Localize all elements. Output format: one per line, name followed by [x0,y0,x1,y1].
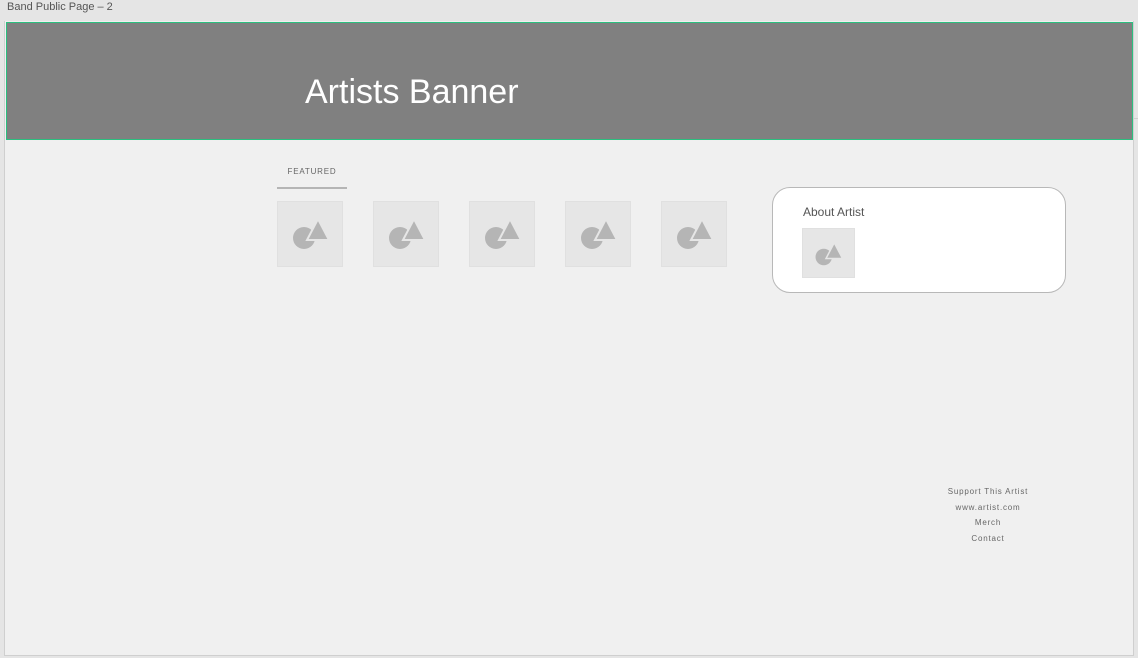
image-placeholder-icon [389,216,427,249]
featured-item[interactable] [661,201,727,267]
contact-link[interactable]: Contact [908,531,1068,547]
artists-banner[interactable]: Artists Banner [6,22,1133,140]
about-artist-image[interactable] [802,228,855,278]
support-artist-link[interactable]: Support This Artist [908,484,1068,500]
website-link[interactable]: www.artist.com [908,500,1068,516]
featured-item[interactable] [373,201,439,267]
about-artist-title: About Artist [803,205,865,219]
image-placeholder-icon [581,216,619,249]
merch-link[interactable]: Merch [908,515,1068,531]
featured-item[interactable] [565,201,631,267]
image-placeholder-icon [677,216,715,249]
featured-item[interactable] [469,201,535,267]
featured-item[interactable] [277,201,343,267]
about-artist-card[interactable]: About Artist [772,187,1066,293]
footer-links: Support This Artist www.artist.com Merch… [908,484,1068,546]
artboard-label[interactable]: Band Public Page – 2 [7,1,113,13]
artboard[interactable]: Artists Banner FEATURED About Artist Sup… [4,21,1134,656]
image-placeholder-icon [293,216,331,249]
tab-featured[interactable]: FEATURED [277,167,347,189]
image-placeholder-icon [485,216,523,249]
image-placeholder-icon [815,241,844,266]
banner-title: Artists Banner [305,73,519,111]
